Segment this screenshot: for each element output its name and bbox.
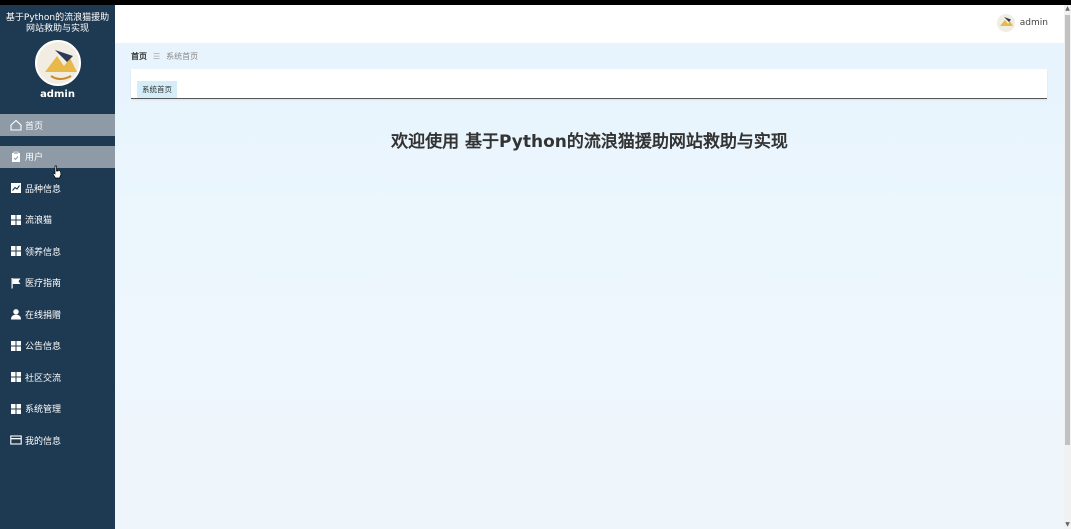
avatar-image-icon bbox=[996, 14, 1015, 32]
tab-bar: 系统首页 bbox=[131, 69, 1047, 99]
sidebar-item-donation[interactable]: 在线捐赠 bbox=[0, 303, 115, 325]
scrollbar-thumb[interactable] bbox=[1065, 15, 1070, 445]
avatar[interactable] bbox=[34, 40, 81, 86]
home-icon bbox=[10, 119, 22, 131]
clipboard-icon bbox=[10, 151, 22, 163]
sidebar-item-label: 品种信息 bbox=[25, 184, 62, 195]
sidebar-item-label: 医疗指南 bbox=[25, 279, 62, 289]
chart-icon bbox=[10, 182, 22, 194]
grid-icon bbox=[10, 214, 22, 226]
hand-cursor-icon bbox=[52, 165, 62, 179]
header: admin bbox=[115, 5, 1064, 43]
grid-icon bbox=[10, 371, 22, 383]
sidebar-item-label: 公告信息 bbox=[25, 342, 62, 352]
sidebar-item-label: 用户 bbox=[25, 153, 44, 163]
sidebar-item-announcements[interactable]: 公告信息 bbox=[0, 335, 115, 357]
main-content: 首页 ☰ 系统首页 系统首页 欢迎使用 基于Python的流浪猫援助网站救助与实… bbox=[115, 43, 1064, 529]
welcome-heading: 欢迎使用 基于Python的流浪猫援助网站救助与实现 bbox=[391, 132, 788, 152]
scroll-up-arrow-icon[interactable]: ▲ bbox=[1064, 5, 1071, 13]
sidebar-item-medical[interactable]: 医疗指南 bbox=[0, 272, 115, 294]
sidebar-item-label: 在线捐赠 bbox=[25, 310, 62, 321]
sidebar-item-label: 流浪猫 bbox=[25, 216, 53, 226]
sidebar-item-stray-cats[interactable]: 流浪猫 bbox=[0, 209, 115, 231]
breadcrumb-separator: ☰ bbox=[153, 52, 161, 61]
breadcrumb-home[interactable]: 首页 bbox=[131, 51, 147, 62]
sidebar-username: admin bbox=[40, 89, 75, 100]
breadcrumb: 首页 ☰ 系统首页 bbox=[131, 51, 198, 62]
header-avatar bbox=[996, 14, 1015, 32]
user-icon bbox=[10, 308, 22, 320]
breadcrumb-current: 系统首页 bbox=[166, 52, 199, 61]
grid-icon bbox=[10, 340, 22, 352]
sidebar-item-community[interactable]: 社区交流 bbox=[0, 366, 115, 388]
card-icon bbox=[10, 434, 22, 446]
sidebar-item-label: 社区交流 bbox=[25, 373, 62, 384]
sidebar: 基于Python的流浪猫援助网站救助与实现 admin 首页 用户 品种信息 流… bbox=[0, 5, 115, 529]
grid-icon bbox=[10, 403, 22, 415]
sidebar-item-breeds[interactable]: 品种信息 bbox=[0, 177, 115, 199]
sidebar-item-my-info[interactable]: 我的信息 bbox=[0, 429, 115, 451]
flag-icon bbox=[10, 277, 22, 289]
scroll-down-arrow-icon[interactable]: ▼ bbox=[1064, 521, 1071, 529]
header-username: admin bbox=[1019, 18, 1048, 28]
sidebar-item-home[interactable]: 首页 bbox=[0, 114, 115, 136]
grid-icon bbox=[10, 245, 22, 257]
sidebar-item-label: 首页 bbox=[25, 121, 44, 132]
sidebar-item-label: 我的信息 bbox=[25, 436, 62, 447]
sidebar-item-label: 系统管理 bbox=[25, 405, 62, 415]
sidebar-item-system[interactable]: 系统管理 bbox=[0, 398, 115, 420]
tab-system-home[interactable]: 系统首页 bbox=[137, 81, 177, 98]
sidebar-item-adoption[interactable]: 领养信息 bbox=[0, 240, 115, 262]
sidebar-title: 基于Python的流浪猫援助网站救助与实现 bbox=[5, 13, 110, 34]
sidebar-item-label: 领养信息 bbox=[25, 247, 62, 258]
vertical-scrollbar[interactable]: ▲ ▼ bbox=[1064, 5, 1071, 529]
avatar-image-icon bbox=[36, 42, 79, 84]
header-user-menu[interactable]: admin bbox=[996, 14, 1048, 32]
